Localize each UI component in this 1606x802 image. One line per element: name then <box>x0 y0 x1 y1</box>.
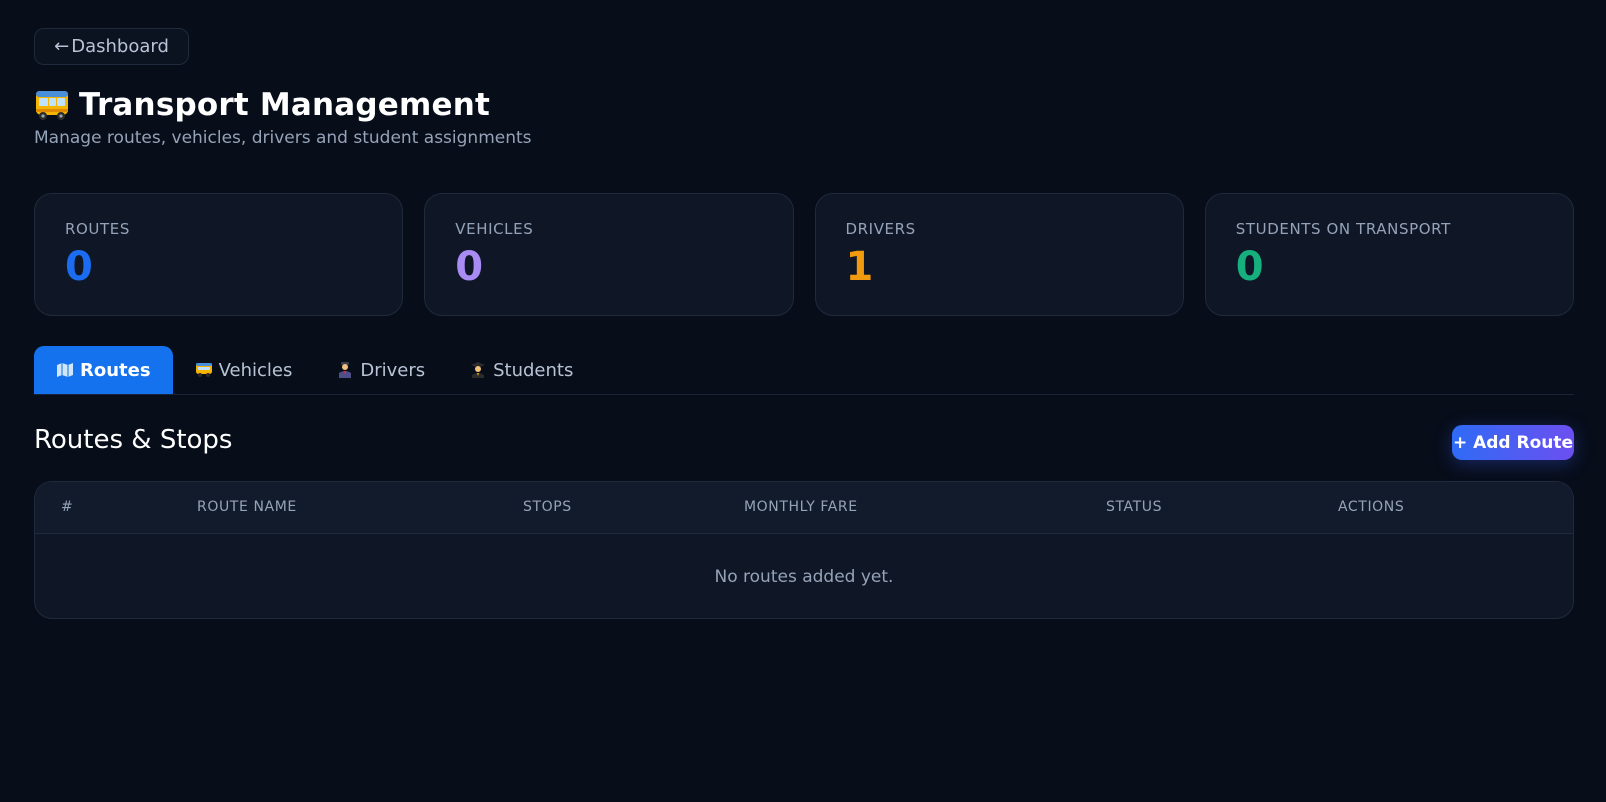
back-arrow-icon: ← <box>54 36 70 57</box>
tab-routes[interactable]: Routes <box>34 346 173 394</box>
column-header-actions: ACTIONS <box>1338 499 1405 515</box>
stat-label: VEHICLES <box>455 220 534 238</box>
page-subtitle: Manage routes, vehicles, drivers and stu… <box>34 128 532 148</box>
tab-drivers[interactable]: Drivers <box>314 346 447 394</box>
stat-card-students: STUDENTS ON TRANSPORT 0 <box>1204 193 1574 316</box>
table-header: # ROUTE NAME STOPS MONTHLY FARE STATUS A… <box>35 482 1573 534</box>
stat-card-drivers: DRIVERS 1 <box>814 193 1184 316</box>
tab-label: Students <box>493 359 574 381</box>
tab-students[interactable]: Students <box>447 346 595 394</box>
transport-page: ← Dashboard Transport Management Manage … <box>0 0 1606 802</box>
stat-label: DRIVERS <box>845 220 916 238</box>
column-header-stops: STOPS <box>523 499 572 515</box>
back-button-label: Dashboard <box>71 36 169 57</box>
stat-label: STUDENTS ON TRANSPORT <box>1235 220 1451 238</box>
routes-table: # ROUTE NAME STOPS MONTHLY FARE STATUS A… <box>34 481 1574 619</box>
stats-row: ROUTES 0 VEHICLES 0 DRIVERS 1 STUDENTS O… <box>34 193 1574 316</box>
tab-label: Routes <box>80 359 151 381</box>
stat-label: ROUTES <box>65 220 130 238</box>
page-title: Transport Management <box>79 87 491 123</box>
empty-table-message: No routes added yet. <box>714 567 894 587</box>
bus-icon <box>34 88 70 122</box>
column-header-number: # <box>61 499 74 515</box>
column-header-route-name: ROUTE NAME <box>197 499 297 515</box>
page-header: Transport Management <box>34 84 490 126</box>
tab-bar: Routes Vehicles Drivers Students <box>34 346 1574 395</box>
stat-card-routes: ROUTES 0 <box>34 193 404 316</box>
stat-value: 1 <box>845 244 874 290</box>
stat-value: 0 <box>1235 244 1264 290</box>
stat-card-vehicles: VEHICLES 0 <box>424 193 794 316</box>
tab-label: Drivers <box>360 359 426 381</box>
stat-value: 0 <box>65 244 93 290</box>
section-title: Routes & Stops <box>34 425 233 455</box>
map-icon <box>56 362 74 378</box>
column-header-monthly-fare: MONTHLY FARE <box>744 499 858 515</box>
driver-icon <box>336 362 354 378</box>
tab-label: Vehicles <box>218 359 293 381</box>
add-route-button[interactable]: + Add Route <box>1452 425 1574 460</box>
tab-vehicles[interactable]: Vehicles <box>173 346 315 394</box>
column-header-status: STATUS <box>1106 499 1163 515</box>
bus-icon <box>195 362 213 378</box>
back-to-dashboard-button[interactable]: ← Dashboard <box>34 28 189 65</box>
stat-value: 0 <box>455 244 484 290</box>
student-icon <box>469 362 487 378</box>
